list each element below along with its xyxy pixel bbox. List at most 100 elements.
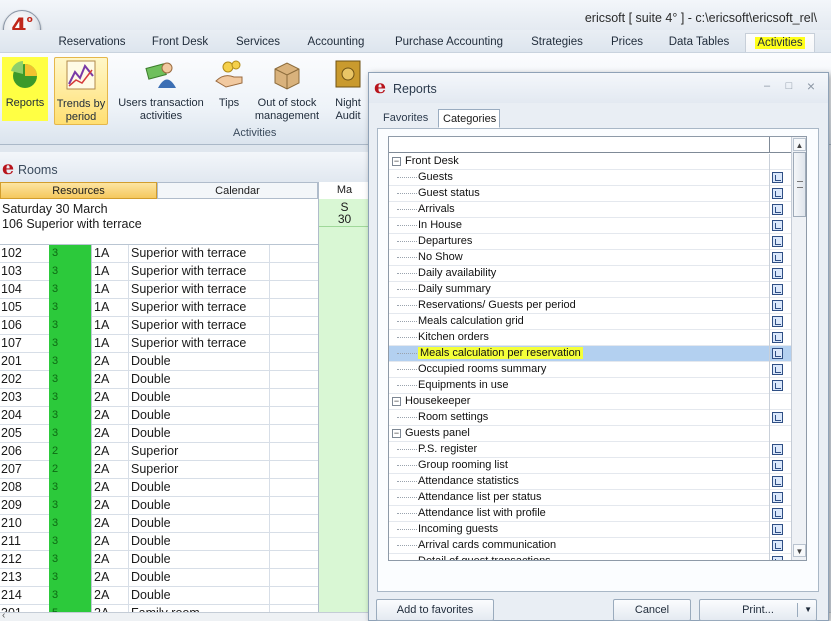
tree-item[interactable]: Occupied rooms summary: [389, 362, 791, 378]
room-row[interactable]: 103 3 1A Superior with terrace: [0, 263, 370, 281]
calendar-cell[interactable]: [318, 587, 370, 605]
out-of-stock-management-button[interactable]: Out of stock management: [250, 57, 324, 125]
tree-item[interactable]: In House: [389, 218, 791, 234]
tab-activities[interactable]: Activities: [745, 33, 815, 52]
collapse-icon[interactable]: −: [392, 397, 401, 406]
room-row[interactable]: 102 3 1A Superior with terrace: [0, 245, 370, 263]
scroll-up-arrow-icon[interactable]: ▲: [793, 138, 806, 151]
tree-item[interactable]: Meals calculation grid: [389, 314, 791, 330]
room-row[interactable]: 203 3 2A Double: [0, 389, 370, 407]
room-row[interactable]: 107 3 1A Superior with terrace: [0, 335, 370, 353]
report-preview-icon[interactable]: [772, 524, 783, 535]
tab-calendar[interactable]: Calendar: [157, 182, 318, 199]
room-row[interactable]: 106 3 1A Superior with terrace: [0, 317, 370, 335]
tab-resources[interactable]: Resources: [0, 182, 157, 199]
room-row[interactable]: 105 3 1A Superior with terrace: [0, 299, 370, 317]
tab-reservations[interactable]: Reservations: [52, 33, 132, 52]
tree-group[interactable]: − Front Desk: [389, 154, 791, 170]
tree-item[interactable]: Group rooming list: [389, 458, 791, 474]
tree-item[interactable]: Meals calculation per reservation: [389, 346, 791, 362]
collapse-icon[interactable]: −: [392, 429, 401, 438]
tree-item[interactable]: Incoming guests: [389, 522, 791, 538]
report-preview-icon[interactable]: [772, 348, 783, 359]
night-audit-button[interactable]: Night Audit: [330, 57, 366, 125]
tab-accounting[interactable]: Accounting: [300, 33, 372, 52]
report-preview-icon[interactable]: [772, 188, 783, 199]
calendar-cell[interactable]: [318, 551, 370, 569]
dialog-titlebar[interactable]: e Reports ‒ □ ×: [369, 73, 828, 103]
tree-item[interactable]: Guests: [389, 170, 791, 186]
tree-item[interactable]: Arrivals: [389, 202, 791, 218]
report-preview-icon[interactable]: [772, 284, 783, 295]
reports-tree[interactable]: − Front Desk Guests Guest status Arrivals In …: [388, 136, 807, 561]
tree-item[interactable]: Detail of guest transactions: [389, 554, 791, 560]
close-icon[interactable]: ×: [804, 79, 818, 94]
calendar-cell[interactable]: [318, 497, 370, 515]
tree-item[interactable]: Room settings: [389, 410, 791, 426]
room-row[interactable]: 104 3 1A Superior with terrace: [0, 281, 370, 299]
room-row[interactable]: 212 3 2A Double: [0, 551, 370, 569]
report-preview-icon[interactable]: [772, 172, 783, 183]
report-preview-icon[interactable]: [772, 492, 783, 503]
room-row[interactable]: 201 3 2A Double: [0, 353, 370, 371]
vertical-scrollbar[interactable]: ▲ ▼: [791, 137, 806, 560]
tree-item[interactable]: P.S. register: [389, 442, 791, 458]
calendar-cell[interactable]: [318, 317, 370, 335]
reports-button[interactable]: Reports: [2, 57, 48, 121]
calendar-cell[interactable]: [318, 407, 370, 425]
calendar-cell[interactable]: [318, 335, 370, 353]
tips-button[interactable]: Tips: [212, 57, 246, 125]
tree-item[interactable]: Reservations/ Guests per period: [389, 298, 791, 314]
tree-item[interactable]: No Show: [389, 250, 791, 266]
tab-services[interactable]: Services: [230, 33, 286, 52]
calendar-cell[interactable]: [318, 569, 370, 587]
report-preview-icon[interactable]: [772, 540, 783, 551]
scroll-down-arrow-icon[interactable]: ▼: [793, 544, 806, 557]
room-row[interactable]: 206 2 2A Superior: [0, 443, 370, 461]
room-row[interactable]: 210 3 2A Double: [0, 515, 370, 533]
room-row[interactable]: 209 3 2A Double: [0, 497, 370, 515]
calendar-cell[interactable]: [318, 533, 370, 551]
tree-item[interactable]: Departures: [389, 234, 791, 250]
report-preview-icon[interactable]: [772, 460, 783, 471]
report-preview-icon[interactable]: [772, 316, 783, 327]
tab-strategies[interactable]: Strategies: [524, 33, 590, 52]
report-preview-icon[interactable]: [772, 364, 783, 375]
calendar-cell[interactable]: [318, 479, 370, 497]
calendar-cell[interactable]: [318, 371, 370, 389]
tab-favorites[interactable]: Favorites: [379, 109, 435, 128]
calendar-cell[interactable]: [318, 299, 370, 317]
calendar-cell[interactable]: [318, 425, 370, 443]
tree-item[interactable]: Kitchen orders: [389, 330, 791, 346]
report-preview-icon[interactable]: [772, 252, 783, 263]
room-row[interactable]: 205 3 2A Double: [0, 425, 370, 443]
calendar-cell[interactable]: [318, 245, 370, 263]
tree-item[interactable]: Daily availability: [389, 266, 791, 282]
report-preview-icon[interactable]: [772, 444, 783, 455]
room-row[interactable]: 202 3 2A Double: [0, 371, 370, 389]
collapse-icon[interactable]: −: [392, 157, 401, 166]
tree-item[interactable]: Equipments in use: [389, 378, 791, 394]
report-preview-icon[interactable]: [772, 508, 783, 519]
room-row[interactable]: 204 3 2A Double: [0, 407, 370, 425]
tree-item[interactable]: Arrival cards communication: [389, 538, 791, 554]
report-preview-icon[interactable]: [772, 268, 783, 279]
report-preview-icon[interactable]: [772, 204, 783, 215]
calendar-cell[interactable]: [318, 281, 370, 299]
restore-icon[interactable]: □: [782, 80, 796, 94]
tree-item[interactable]: Daily summary: [389, 282, 791, 298]
users-transaction-activities-button[interactable]: Users transaction activities: [114, 57, 208, 125]
room-row[interactable]: 214 3 2A Double: [0, 587, 370, 605]
report-preview-icon[interactable]: [772, 380, 783, 391]
tab-data-tables[interactable]: Data Tables: [664, 33, 734, 52]
dropdown-arrow-icon[interactable]: ▼: [804, 600, 812, 620]
tree-group[interactable]: − Housekeeper: [389, 394, 791, 410]
trends-by-period-button[interactable]: Trends by period: [54, 57, 108, 125]
tree-group[interactable]: − Guests panel: [389, 426, 791, 442]
calendar-cell[interactable]: [318, 515, 370, 533]
report-preview-icon[interactable]: [772, 236, 783, 247]
tree-item[interactable]: Attendance list with profile: [389, 506, 791, 522]
calendar-cell[interactable]: [318, 443, 370, 461]
room-row[interactable]: 211 3 2A Double: [0, 533, 370, 551]
minimize-icon[interactable]: ‒: [760, 80, 774, 94]
